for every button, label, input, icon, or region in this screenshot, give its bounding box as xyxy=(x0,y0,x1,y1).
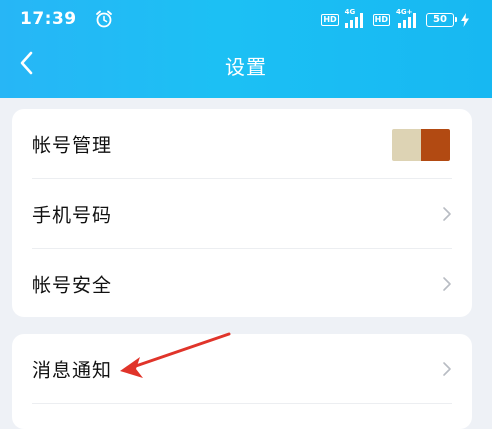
avatar xyxy=(392,129,450,161)
avatar-swatch xyxy=(392,129,421,161)
settings-row-phone-number[interactable]: 手机号码 xyxy=(12,179,472,249)
row-label: 帐号管理 xyxy=(32,134,113,157)
chevron-right-icon xyxy=(443,362,451,376)
battery-icon: 50 xyxy=(426,13,457,27)
row-label: 帐号安全 xyxy=(32,274,113,297)
row-divider xyxy=(32,403,452,404)
settings-row-message-notification[interactable]: 消息通知 xyxy=(12,334,472,404)
hd-badge: HD xyxy=(372,14,390,26)
alarm-icon xyxy=(96,10,112,28)
settings-row-account-security[interactable]: 帐号安全 xyxy=(12,249,472,317)
avatar-swatch xyxy=(421,129,450,161)
settings-group-notifications: 消息通知 xyxy=(12,334,472,429)
status-time: 17:39 xyxy=(20,9,77,29)
network-type-label: 4G xyxy=(344,8,356,16)
signal-group-2: 4G+ xyxy=(396,8,420,28)
network-type-label: 4G+ xyxy=(396,8,413,16)
settings-group-account: 帐号管理 手机号码 帐号安全 xyxy=(12,109,472,317)
row-label: 手机号码 xyxy=(32,204,113,227)
row-label: 消息通知 xyxy=(32,359,113,382)
chevron-right-icon xyxy=(443,277,451,291)
charging-bolt-icon xyxy=(461,13,469,27)
battery-level: 50 xyxy=(433,14,447,25)
signal-group-1: 4G xyxy=(344,8,367,28)
status-icons: HD 4G HD 4G+ 50 xyxy=(321,8,470,29)
page-title: 设置 xyxy=(225,55,267,79)
chevron-right-icon xyxy=(443,207,451,221)
status-bar: 17:39 HD 4G HD 4G+ 50 xyxy=(0,0,492,40)
settings-row-account-management[interactable]: 帐号管理 xyxy=(12,109,472,179)
hd-badge: HD xyxy=(321,14,339,26)
